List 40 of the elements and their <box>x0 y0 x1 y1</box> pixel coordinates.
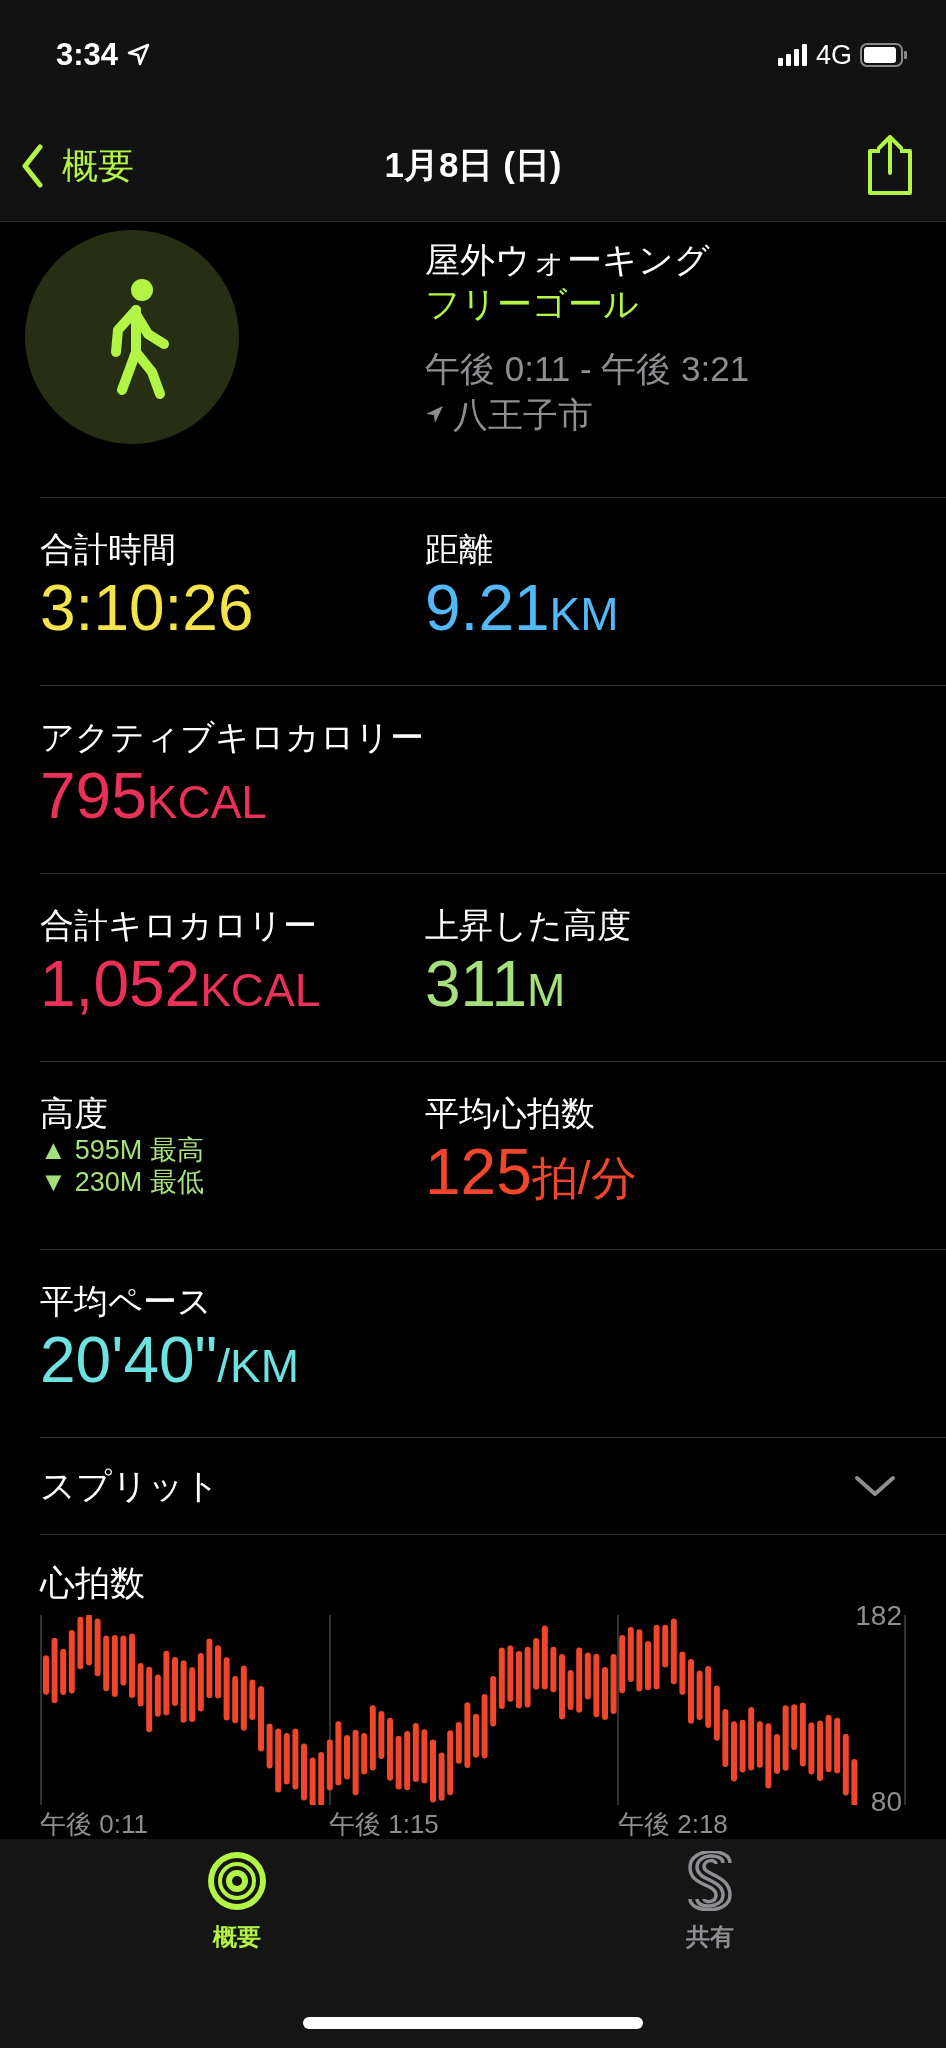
back-button[interactable]: 概要 <box>20 138 134 193</box>
axis-time-label: 午後 0:11 <box>40 1809 149 1839</box>
metric-label: アクティブキロカロリー <box>40 717 425 758</box>
metric-value: 795KCAL <box>40 759 268 834</box>
chart-title: 心拍数 <box>40 1562 146 1604</box>
workout-type: 屋外ウォーキング <box>425 239 711 281</box>
metric-label: 距離 <box>425 529 494 570</box>
axis-time-label: 午後 1:15 <box>329 1809 440 1839</box>
back-chevron-icon <box>20 143 46 188</box>
metric-label: 高度 <box>40 1093 109 1134</box>
altitude-reading: 230M 最低 <box>74 1166 204 1198</box>
altitude-reading: 595M 最高 <box>74 1134 204 1166</box>
metric-value: 9.21KM <box>425 571 620 646</box>
workout-time-range: 午後 0:11 - 午後 3:21 <box>425 348 750 390</box>
metric-value: 20'40"/KM <box>40 1323 301 1398</box>
metric-value: 311M <box>425 947 567 1022</box>
network-type: 4G <box>815 38 852 72</box>
location-arrow-icon <box>425 405 445 425</box>
metric-value: 125拍/分 <box>425 1135 638 1210</box>
metric-label: 合計時間 <box>40 529 177 570</box>
metric-value: 3:10:26 <box>40 571 255 646</box>
metric-value: 1,052KCAL <box>40 947 322 1022</box>
metric-label: 平均心拍数 <box>425 1093 596 1134</box>
down-triangle-icon: ▼ <box>40 1166 67 1198</box>
page-title: 1月8日 (日) <box>384 145 562 185</box>
metric-label: 上昇した高度 <box>425 905 632 946</box>
axis-min-label: 80 <box>870 1785 902 1819</box>
activity-rings-icon <box>206 1851 267 1911</box>
signal-icon <box>777 44 808 66</box>
up-triangle-icon: ▲ <box>40 1134 67 1166</box>
battery-icon <box>860 43 908 67</box>
axis-time-label: 午後 2:18 <box>618 1809 729 1839</box>
tab[interactable]: 共有 <box>609 1839 810 2048</box>
workout-location: 八王子市 <box>453 394 593 436</box>
metric-label: 平均ペース <box>40 1281 213 1322</box>
axis-max-label: 182 <box>855 1599 902 1633</box>
workout-goal: フリーゴール <box>425 283 640 325</box>
splits-row[interactable]: スプリット <box>40 1438 946 1535</box>
metric-label: 合計キロカロリー <box>40 905 318 946</box>
clock-time: 3:34 <box>56 35 119 74</box>
